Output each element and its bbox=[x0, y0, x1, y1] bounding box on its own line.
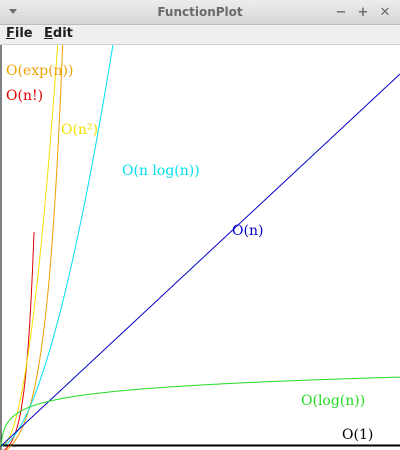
close-button[interactable]: ✕ bbox=[376, 3, 394, 21]
menu-bar: File Edit bbox=[0, 25, 400, 45]
title-bar[interactable]: FunctionPlot − + ✕ bbox=[0, 0, 400, 25]
menu-edit-mnemonic: E bbox=[44, 26, 53, 41]
curve-factorial bbox=[3, 232, 35, 450]
curve-exp bbox=[5, 45, 64, 450]
label-linear: O(n) bbox=[232, 223, 263, 239]
function-plot: O(exp(n)) O(n!) O(n²) O(n log(n)) O(n) O… bbox=[0, 45, 400, 450]
app-window: FunctionPlot − + ✕ File Edit O(exp(n)) O… bbox=[0, 0, 400, 450]
minimize-button[interactable]: − bbox=[332, 3, 350, 21]
curve-n-log-n bbox=[1, 45, 114, 447]
label-log-n: O(log(n)) bbox=[301, 393, 365, 409]
menu-file[interactable]: File bbox=[6, 26, 33, 41]
menu-edit-label: dit bbox=[52, 26, 73, 41]
label-factorial: O(n!) bbox=[6, 88, 43, 104]
label-exp: O(exp(n)) bbox=[6, 63, 73, 79]
menu-edit[interactable]: Edit bbox=[44, 26, 73, 41]
maximize-button[interactable]: + bbox=[354, 3, 372, 21]
curve-n-squared bbox=[1, 45, 59, 447]
label-constant: O(1) bbox=[342, 427, 373, 443]
curve-log-n bbox=[0, 376, 400, 447]
label-n-log-n: O(n log(n)) bbox=[122, 163, 200, 179]
plot-area: O(exp(n)) O(n!) O(n²) O(n log(n)) O(n) O… bbox=[0, 45, 400, 450]
label-n-squared: O(n²) bbox=[61, 122, 98, 138]
menu-file-label: ile bbox=[14, 26, 33, 41]
menu-file-mnemonic: F bbox=[6, 26, 15, 41]
